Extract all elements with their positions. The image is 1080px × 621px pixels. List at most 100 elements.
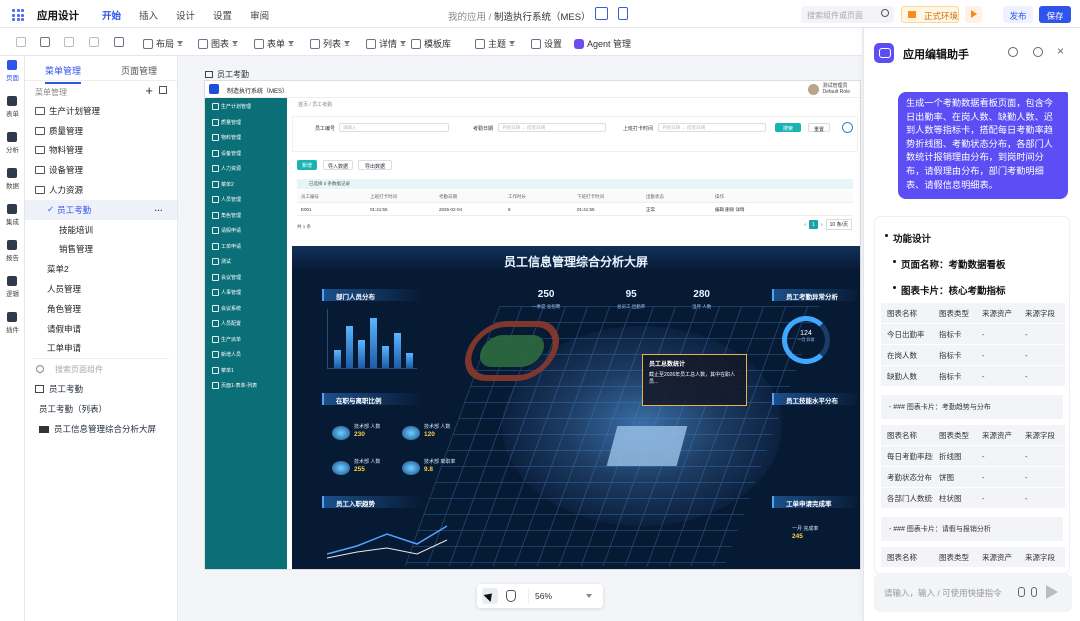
mes-menu-item[interactable]: 生产计划管理 — [205, 98, 287, 114]
page-frame[interactable]: 制造执行系统（MES） 测试管理员 Default Role 生产计划管理 质量管理… — [204, 80, 861, 570]
send-icon[interactable] — [1046, 585, 1058, 599]
mes-menu-item[interactable]: 角色管理 — [205, 207, 287, 223]
search-button[interactable]: 搜索 — [775, 123, 801, 132]
tab-settings[interactable]: 设置 — [213, 8, 232, 30]
menu-item[interactable]: 请假申请 — [25, 319, 177, 339]
mes-menu-item[interactable]: 工单申请 — [205, 238, 287, 254]
save-button[interactable]: 保存 — [1039, 6, 1071, 23]
export-button[interactable]: 导出数据 — [358, 160, 392, 170]
pointer-tool-icon[interactable] — [482, 588, 498, 604]
mes-menu-item[interactable]: 人力资源 — [205, 160, 287, 176]
chat-input[interactable]: 请输入，输入 / 可使用快捷指令 — [874, 574, 1072, 612]
rail-report[interactable]: 报告 — [0, 236, 25, 272]
design-canvas[interactable]: 员工考勤 制造执行系统（MES） 测试管理员 Default Role 生产计划管… — [178, 56, 862, 621]
mes-menu-item[interactable]: 菜单1 — [205, 362, 287, 378]
menu-item[interactable]: 角色管理 — [25, 299, 177, 319]
toolbar-layout[interactable]: 布局 — [143, 37, 184, 50]
rail-data[interactable]: 数据 — [0, 164, 25, 200]
menu-item[interactable]: ✓ 员工考勤 ··· — [25, 199, 177, 220]
toolbar-chart[interactable]: 图表 — [198, 37, 239, 50]
filter-icon[interactable] — [842, 122, 853, 133]
dashboard-screen[interactable]: 员工信息管理综合分析大屏 部门人员分布 在职与离职比例 员工入职趋势 员工考勤异… — [292, 246, 860, 569]
run-button[interactable] — [965, 6, 982, 23]
zoom-select[interactable]: 56% — [528, 588, 598, 604]
search-icon[interactable] — [881, 9, 889, 17]
tab-page-management[interactable]: 页面管理 — [101, 56, 177, 80]
container-icon[interactable] — [114, 37, 124, 47]
menu-item[interactable]: 设备管理 — [25, 160, 177, 180]
mes-menu-item[interactable]: 测试 — [205, 253, 287, 269]
mes-menu-item[interactable]: 人事管理 — [205, 284, 287, 300]
paste-icon[interactable] — [40, 37, 50, 47]
rail-analysis[interactable]: 分析 — [0, 128, 25, 164]
environment-button[interactable]: 正式环境 — [901, 6, 959, 23]
mes-menu-item[interactable]: 页面1-表单-列表 — [205, 377, 287, 393]
menu-item[interactable]: 工单申请 — [25, 339, 177, 359]
toolbar-detail[interactable]: 详情 — [366, 37, 407, 50]
mobile-preview-icon[interactable] — [618, 7, 628, 20]
menu-item[interactable]: 菜单2 — [25, 259, 177, 279]
list-item[interactable]: 员工信息管理综合分析大屏 — [25, 419, 177, 439]
mes-menu-item[interactable]: 生产派单 — [205, 331, 287, 347]
avatar[interactable]: 测试管理员 Default Role — [808, 83, 850, 95]
mes-menu-item[interactable]: 质量管理 — [205, 114, 287, 130]
menu-item[interactable]: 物料管理 — [25, 141, 177, 161]
mes-menu-item[interactable]: 请假申请 — [205, 222, 287, 238]
menu-item[interactable]: 质量管理 — [25, 121, 177, 141]
delete-icon[interactable] — [64, 37, 74, 47]
page-size-select[interactable]: 10 条/页 — [825, 219, 852, 230]
tab-insert[interactable]: 插入 — [139, 8, 158, 30]
component-search-input[interactable]: 搜索页面组件 — [25, 359, 177, 379]
tab-review[interactable]: 审阅 — [250, 8, 269, 30]
mes-menu-item[interactable]: 设备管理 — [205, 145, 287, 161]
toolbar-template[interactable]: 模板库 — [411, 37, 451, 50]
mes-menu-item[interactable]: 人员配置 — [205, 315, 287, 331]
mes-menu-item[interactable]: 物料管理 — [205, 129, 287, 145]
mes-menu-item[interactable]: 菜单2 — [205, 176, 287, 192]
breadcrumb-parent[interactable]: 我的应用 — [448, 12, 486, 23]
add-folder-icon[interactable] — [159, 86, 167, 94]
add-button[interactable]: 新增 — [297, 160, 317, 170]
rail-page[interactable]: 页面 — [0, 56, 25, 92]
toolbar-list[interactable]: 列表 — [310, 37, 351, 50]
copy-icon[interactable] — [16, 37, 26, 47]
close-icon[interactable]: × — [1057, 44, 1064, 58]
toolbar-settings[interactable]: 设置 — [531, 37, 562, 50]
tab-start[interactable]: 开始 — [102, 8, 121, 30]
menu-item[interactable]: 人力资源 — [25, 180, 177, 200]
toolbar-agent[interactable]: Agent 管理 — [574, 37, 631, 50]
toolbar-form[interactable]: 表单 — [254, 37, 295, 50]
mes-menu-item[interactable]: 人员管理 — [205, 191, 287, 207]
menu-item[interactable]: 生产计划管理 — [25, 101, 177, 121]
history-icon[interactable] — [1033, 47, 1043, 57]
add-icon[interactable]: + — [145, 83, 153, 98]
more-icon[interactable]: ··· — [155, 205, 164, 215]
microphone-icon[interactable] — [1031, 587, 1037, 597]
prev-page-icon[interactable]: ‹ — [804, 222, 806, 228]
import-button[interactable]: 导入数据 — [323, 160, 353, 170]
tab-design[interactable]: 设计 — [176, 8, 195, 30]
date-range-input[interactable]: 开始日期 → 结束日期 — [498, 123, 606, 132]
mes-menu-item[interactable]: 会议系统 — [205, 300, 287, 316]
page-number[interactable]: 1 — [808, 220, 818, 229]
rail-logic[interactable]: 逻辑 — [0, 272, 25, 308]
reset-button[interactable]: 重置 — [808, 123, 830, 133]
list-item[interactable]: 员工考勤 — [25, 379, 177, 399]
publish-button[interactable]: 发布 — [1003, 6, 1033, 23]
rail-plugin[interactable]: 插件 — [0, 308, 25, 344]
punch-time-input[interactable]: 开始日期 → 结束日期 — [658, 123, 766, 132]
mes-menu-item[interactable]: 会议管理 — [205, 269, 287, 285]
table-cell[interactable]: 编辑 删除 详情 — [711, 207, 780, 213]
toolbar-theme[interactable]: 主题 — [475, 37, 516, 50]
tab-menu-management[interactable]: 菜单管理 — [25, 56, 101, 80]
hand-tool-icon[interactable] — [506, 590, 516, 602]
menu-item[interactable]: 人员管理 — [25, 279, 177, 299]
menu-item[interactable]: 技能培训 — [25, 220, 177, 240]
new-chat-icon[interactable] — [1008, 47, 1018, 57]
next-page-icon[interactable]: › — [821, 222, 823, 228]
desktop-preview-icon[interactable] — [595, 7, 608, 20]
rail-form[interactable]: 表单 — [0, 92, 25, 128]
table-row[interactable]: E001 01:41:55 2026-02-04 8 01:41:55 正常 编辑 删除 详… — [297, 204, 853, 216]
list-item[interactable]: 员工考勤（列表） — [25, 399, 177, 419]
mes-menu-item[interactable]: 新增人员 — [205, 346, 287, 362]
